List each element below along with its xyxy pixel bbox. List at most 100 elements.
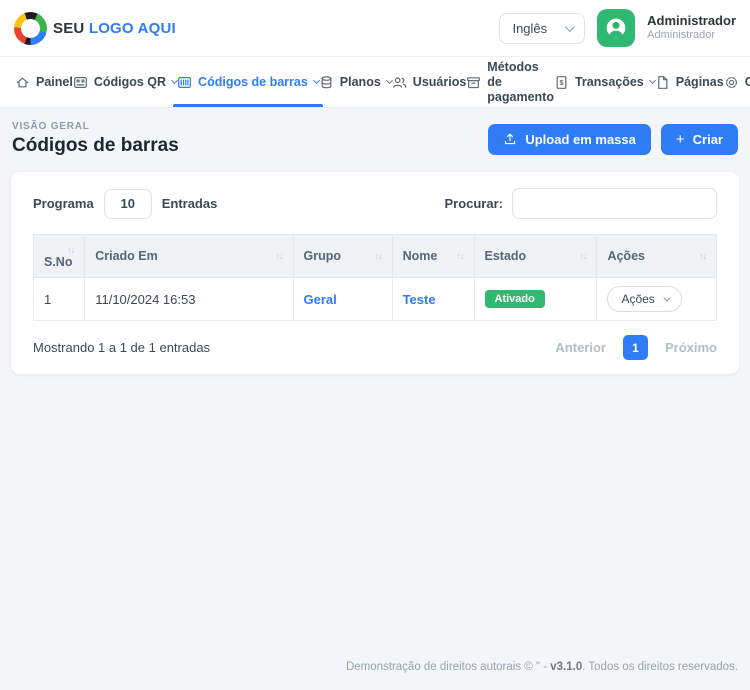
cell-actions: Ações	[596, 277, 717, 321]
sort-icon[interactable]: ↑↓	[67, 245, 75, 255]
chevron-down-icon	[565, 21, 576, 32]
pagination-page-1[interactable]: 1	[622, 335, 648, 360]
status-badge: Ativado	[484, 290, 545, 308]
nav-item-paginas[interactable]: Páginas	[655, 57, 724, 107]
svg-text:$: $	[560, 79, 564, 86]
language-value: Inglês	[512, 20, 548, 36]
qr-code-icon	[73, 76, 87, 88]
user-info[interactable]: Administrador Administrador	[647, 13, 736, 42]
search-input[interactable]	[512, 188, 717, 219]
top-right-controls: Inglês Administrador Administrador	[499, 9, 736, 47]
table-controls: Programa Entradas Procurar:	[33, 188, 717, 219]
page-title-block: VISÃO GERAL Códigos de barras	[12, 121, 179, 157]
pagination-next[interactable]: Próximo	[665, 340, 717, 355]
nav-label: Códigos QR	[93, 75, 167, 89]
nav-label: Páginas	[675, 75, 724, 89]
users-icon	[392, 76, 407, 88]
barcodes-card: Programa Entradas Procurar: ↑↓S.No ↑↓Cri…	[11, 172, 739, 374]
bulk-upload-button[interactable]: Upload em massa	[488, 123, 651, 155]
column-header-nome[interactable]: ↑↓ Nome	[391, 234, 475, 278]
row-actions-label: Ações	[621, 292, 655, 306]
cell-sno: 1	[32, 277, 86, 321]
language-select[interactable]: Inglês	[499, 12, 586, 44]
nav-label: Usuários	[412, 75, 467, 89]
create-label: Criar	[692, 131, 723, 147]
nav-item-codigos-qr[interactable]: Códigos QR	[73, 57, 179, 107]
nav-item-metodos-de-pagamento[interactable]: Métodos de pagamento	[466, 57, 554, 107]
page-content: VISÃO GERAL Códigos de barras Upload em …	[0, 108, 750, 374]
nav-item-configuracoes[interactable]: Configurações	[724, 57, 750, 107]
entries-count-input[interactable]	[103, 188, 152, 219]
column-header-criado-em[interactable]: ↑↓ Criado Em	[84, 234, 294, 278]
user-name: Administrador	[647, 13, 736, 29]
coins-icon	[321, 75, 332, 88]
nav-label: Métodos de pagamento	[487, 59, 554, 104]
pagination: Anterior 1 Próximo	[555, 335, 717, 360]
copyright-footer: Demonstração de direitos autorais © " - …	[346, 661, 738, 673]
row-actions-button[interactable]: Ações	[607, 286, 682, 312]
entries-show-label: Programa	[33, 196, 94, 211]
avatar[interactable]	[597, 9, 636, 47]
brand-logo[interactable]: SEU LOGO AQUI	[14, 11, 176, 45]
cell-group: Geral	[292, 277, 393, 321]
page-title: Códigos de barras	[12, 135, 179, 156]
nav-label: Transações	[574, 75, 644, 89]
sort-icon[interactable]: ↑↓	[699, 251, 707, 261]
cell-created-at: 11/10/2024 16:53	[84, 277, 294, 321]
cell-status: Ativado	[473, 277, 598, 321]
nav-label: Planos	[339, 75, 381, 89]
create-button[interactable]: + Criar	[660, 123, 738, 155]
nav-item-usuarios[interactable]: Usuários	[392, 57, 467, 107]
column-header-estado[interactable]: ↑↓ Estado	[473, 234, 598, 278]
brand-seu: SEU	[53, 19, 85, 37]
pagination-previous[interactable]: Anterior	[555, 340, 606, 355]
gear-icon	[725, 76, 737, 88]
cell-name: Teste	[391, 277, 475, 321]
user-role: Administrador	[647, 29, 716, 42]
showing-entries-text: Mostrando 1 a 1 de 1 entradas	[33, 340, 211, 355]
column-header-acoes[interactable]: ↑↓ Ações	[596, 234, 717, 278]
search-control: Procurar:	[444, 188, 717, 219]
bank-icon	[467, 76, 481, 88]
page-actions: Upload em massa + Criar	[488, 123, 738, 155]
search-label: Procurar:	[444, 196, 503, 211]
page-header: VISÃO GERAL Códigos de barras Upload em …	[10, 119, 740, 157]
column-label: Nome	[402, 249, 438, 263]
bulk-upload-label: Upload em massa	[525, 131, 636, 147]
footer-text-before: Demonstração de direitos autorais © " -	[345, 661, 551, 673]
nav-label: Configurações	[744, 75, 750, 89]
column-header-grupo[interactable]: ↑↓ Grupo	[292, 234, 393, 278]
entries-control: Programa Entradas	[33, 188, 218, 219]
column-label: Criado Em	[95, 249, 158, 263]
entries-suffix-label: Entradas	[161, 196, 218, 211]
footer-version: v3.1.0	[550, 661, 583, 673]
column-label: Ações	[607, 249, 645, 263]
top-bar: SEU LOGO AQUI Inglês Administrador Admin…	[0, 0, 750, 57]
column-header-sno[interactable]: ↑↓ S.No	[32, 234, 86, 278]
sort-icon[interactable]: ↑↓	[457, 251, 465, 261]
home-icon	[16, 77, 29, 87]
sort-icon[interactable]: ↑↓	[276, 251, 284, 261]
brand-logo-aqui: LOGO AQUI	[88, 19, 176, 37]
nav-item-planos[interactable]: Planos	[319, 57, 393, 107]
column-label: S.No	[44, 255, 73, 269]
plus-icon: +	[675, 130, 685, 148]
chevron-down-icon	[663, 294, 671, 302]
table-footer: Mostrando 1 a 1 de 1 entradas Anterior 1…	[33, 335, 717, 360]
brand-text: SEU LOGO AQUI	[53, 20, 176, 37]
nav-label: Códigos de barras	[198, 75, 308, 89]
upload-icon	[505, 133, 516, 145]
nav-item-codigos-de-barras[interactable]: Códigos de barras	[173, 57, 323, 107]
sort-icon[interactable]: ↑↓	[579, 251, 587, 261]
nav-item-painel[interactable]: Painel	[15, 57, 73, 107]
user-avatar-icon	[606, 18, 626, 38]
logo-ring-icon	[14, 11, 47, 45]
column-label: Grupo	[303, 249, 342, 263]
group-link[interactable]: Geral	[304, 292, 337, 307]
main-nav: Painel Códigos QR Códigos de barras Plan…	[0, 57, 750, 108]
sort-icon[interactable]: ↑↓	[375, 251, 383, 261]
breadcrumb: VISÃO GERAL	[12, 121, 90, 132]
nav-item-transacoes[interactable]: $ Transações	[554, 57, 656, 107]
barcodes-table: ↑↓ S.No ↑↓ Criado Em ↑↓ Grupo ↑↓ Nome ↑↓ Esta…	[32, 234, 717, 321]
name-link[interactable]: Teste	[403, 292, 436, 307]
